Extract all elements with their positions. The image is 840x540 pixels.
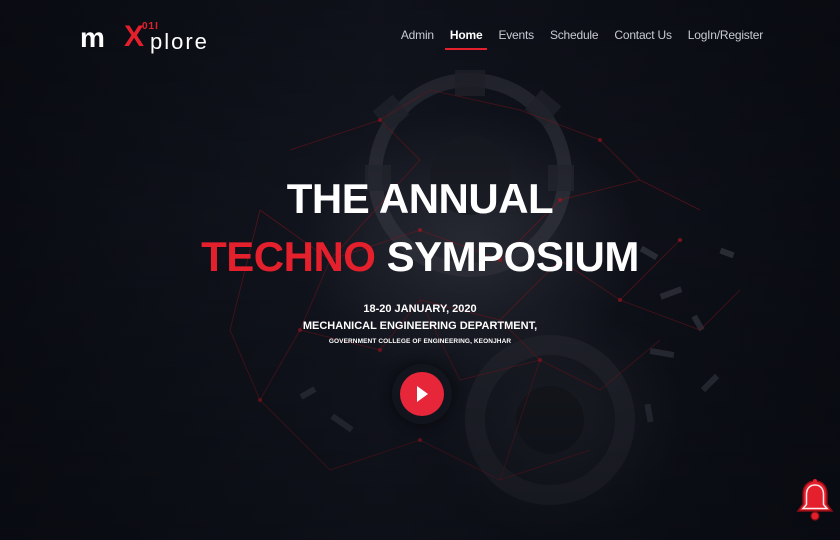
play-icon — [417, 386, 428, 402]
main-navigation: Admin Home Events Schedule Contact Us Lo… — [400, 26, 764, 50]
nav-item-schedule[interactable]: Schedule — [549, 26, 599, 50]
bell-icon — [796, 479, 834, 521]
logo-tail-text: plore — [150, 29, 209, 54]
event-date: 18-20 JANUARY, 2020 — [363, 303, 477, 315]
nav-item-contact-us[interactable]: Contact Us — [613, 26, 672, 50]
nav-item-login-register[interactable]: LogIn/Register — [687, 26, 764, 50]
site-logo[interactable]: m X 01I plore — [80, 22, 250, 54]
notification-bell-button[interactable] — [792, 477, 838, 523]
hero-section: THE ANNUAL TECHNO SYMPOSIUM 18-20 JANUAR… — [0, 170, 840, 349]
event-department: MECHANICAL ENGINEERING DEPARTMENT, — [302, 320, 538, 332]
hero-title-accent: TECHNO — [201, 233, 376, 280]
logo-main-text: m — [80, 22, 105, 53]
hero-title-line1: THE ANNUAL — [286, 175, 554, 222]
hero-title-rest: SYMPOSIUM — [386, 233, 640, 280]
event-college: GOVERNMENT COLLEGE OF ENGINEERING, KEONJ… — [328, 338, 512, 345]
hero-title-line2: TECHNO SYMPOSIUM — [0, 228, 840, 286]
play-video-button[interactable] — [400, 372, 444, 416]
logo-x-mark: X — [124, 20, 145, 53]
nav-item-admin[interactable]: Admin — [400, 26, 435, 50]
nav-item-home[interactable]: Home — [444, 26, 487, 50]
nav-item-events[interactable]: Events — [497, 26, 535, 50]
